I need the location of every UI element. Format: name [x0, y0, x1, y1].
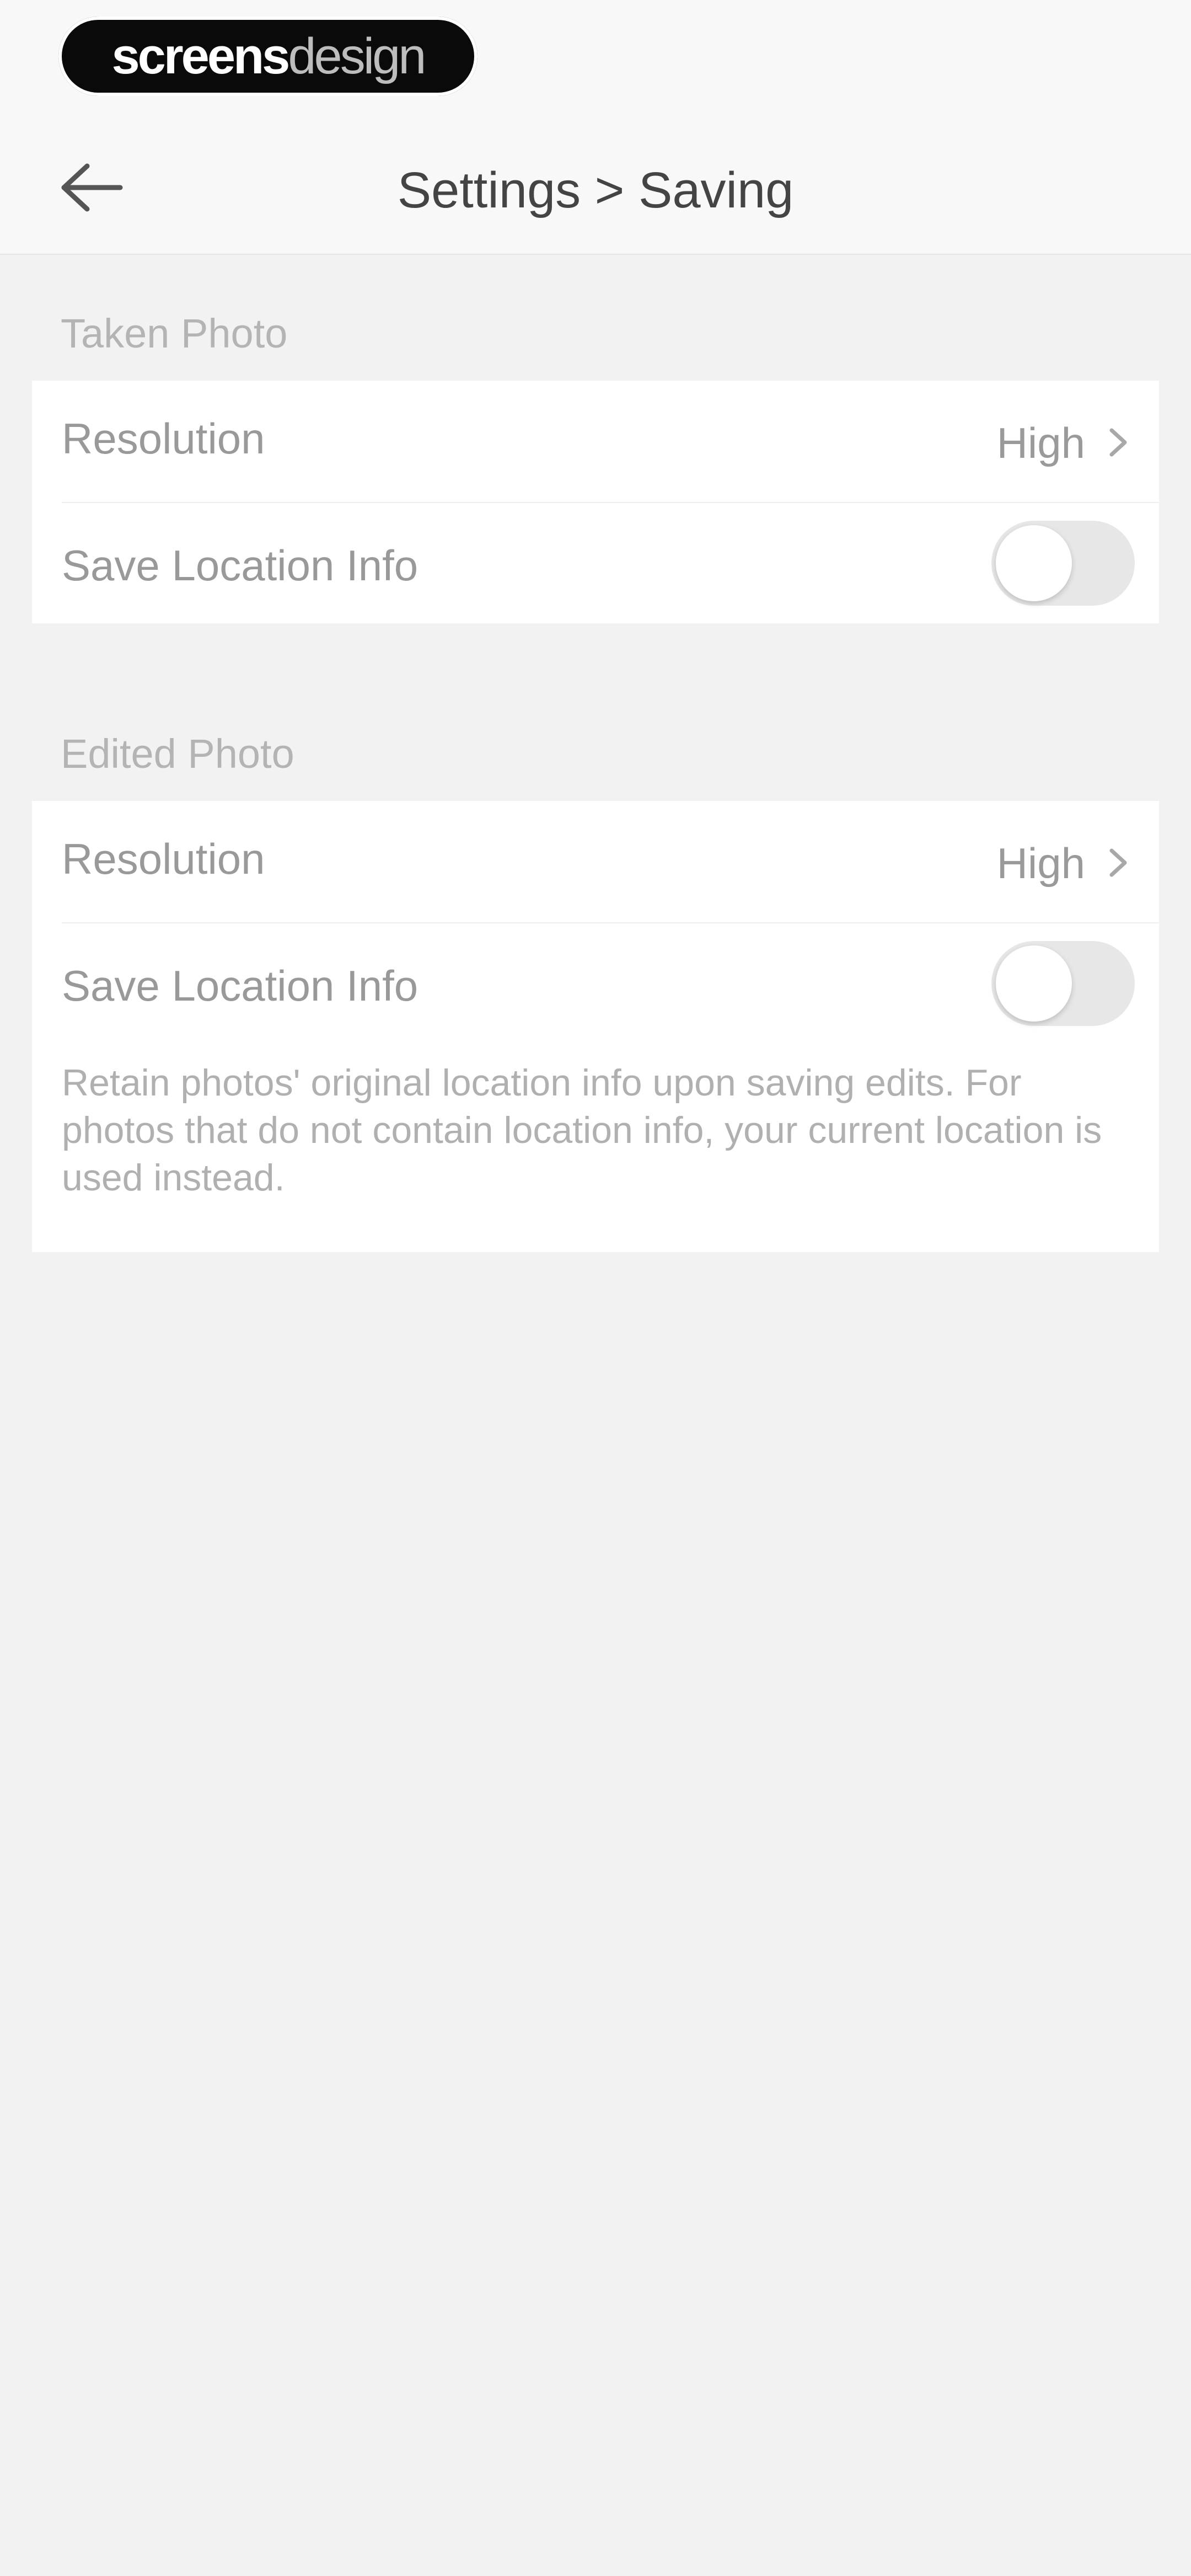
taken-photo-resolution-row[interactable]: Resolution High — [32, 381, 1159, 502]
row-label: Resolution — [62, 835, 265, 883]
page-title: Settings > Saving — [397, 162, 794, 218]
watermark-light-text: design — [288, 28, 426, 84]
toggle-knob — [996, 945, 1072, 1022]
section-label-edited-photo: Edited Photo — [61, 731, 294, 777]
watermark-strong-text: screens — [111, 28, 291, 84]
row-label: Save Location Info — [62, 541, 419, 590]
row-label: Save Location Info — [62, 961, 419, 1010]
row-label: Resolution — [62, 414, 265, 463]
edited-photo-resolution-row[interactable]: Resolution High — [32, 801, 1159, 922]
toggle-knob — [996, 525, 1072, 601]
taken-photo-card: Resolution High Save Location Info — [32, 381, 1159, 623]
save-location-description: Retain photos' original location info up… — [62, 1062, 1102, 1199]
section-label-taken-photo: Taken Photo — [61, 311, 288, 356]
chevron-right-icon — [1102, 846, 1135, 879]
resolution-value: High — [996, 419, 1085, 467]
taken-photo-save-location-toggle[interactable] — [991, 521, 1135, 606]
edited-photo-save-location-toggle[interactable] — [991, 941, 1135, 1026]
taken-photo-save-location-row: Save Location Info — [32, 502, 1159, 623]
screensdesign-watermark-logo: screens design — [58, 17, 478, 96]
chevron-right-icon — [1102, 426, 1135, 459]
resolution-value: High — [996, 839, 1085, 888]
edited-photo-card: Resolution High Save Location Info Retai… — [32, 801, 1159, 1252]
edited-photo-save-location-row: Save Location Info Retain photos' origin… — [32, 922, 1159, 1252]
app-header: screens design Settings > Saving — [0, 0, 1191, 255]
